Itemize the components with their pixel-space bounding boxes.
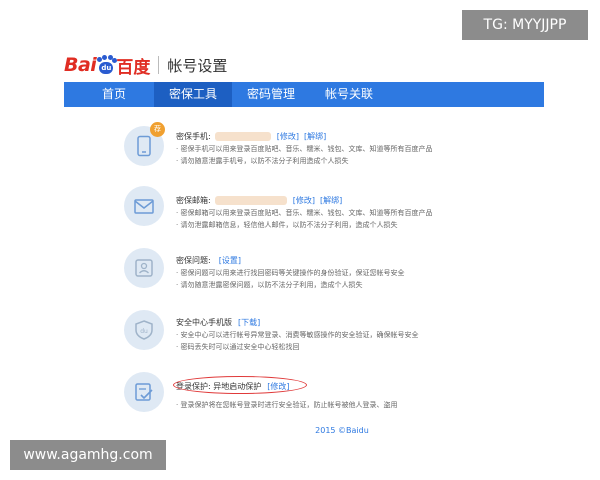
page-header: Bai du 百度 帐号设置: [64, 46, 544, 84]
header-divider: [158, 56, 160, 74]
watermark-top: TG: MYYJJPP: [462, 10, 588, 40]
mail-icon-circle: [124, 186, 164, 226]
question-title: 密保问题:: [176, 256, 211, 265]
phone-icon: [137, 135, 151, 157]
email-unbind-link[interactable]: [解绑]: [320, 194, 342, 207]
nav-item-security-tools[interactable]: 密保工具: [154, 82, 232, 107]
question-set-link[interactable]: [设置]: [219, 254, 241, 267]
login-check-icon-circle: [124, 372, 164, 412]
paw-icon: du: [97, 55, 118, 75]
email-title: 密保邮箱:: [176, 196, 211, 205]
copyright-text: 2015 ©Baidu: [315, 426, 369, 435]
app-desc-2: · 密码丢失时可以通过安全中心轻松找回: [176, 343, 300, 351]
login-protect-desc-1: · 登录保护将在您帐号登录时进行安全验证，防止帐号被他人登录、盗用: [176, 401, 398, 409]
baidu-logo[interactable]: Bai du 百度: [64, 50, 150, 80]
masked-email: [214, 196, 287, 205]
nav-item-password[interactable]: 密码管理: [232, 82, 310, 107]
id-card-icon-circle: [124, 248, 164, 288]
logo-latin-text: Bai: [64, 54, 97, 76]
nav-bar: 首页 密保工具 密码管理 帐号关联: [64, 82, 544, 107]
phone-desc-1: · 密保手机可以用来登录百度贴吧、音乐、糯米、钱包、文库、知道等所有百度产品: [176, 145, 433, 153]
page-footer: 2015 ©Baidu: [0, 426, 600, 435]
question-desc-2: · 请勿随意泄露密保问题，以防不法分子利用，造成个人损失: [176, 281, 363, 289]
page-title: 帐号设置: [167, 56, 228, 75]
logo-paw-text: du: [101, 64, 112, 72]
nav-item-home[interactable]: 首页: [74, 82, 154, 107]
phone-desc-2: · 请勿随意泄露手机号，以防不法分子利用造成个人损失: [176, 157, 349, 165]
masked-phone-number: [214, 132, 271, 141]
phone-title: 密保手机:: [176, 132, 211, 141]
phone-edit-link[interactable]: [修改]: [277, 130, 299, 143]
app-desc-1: · 安全中心可以进行帐号异常登录、消费等敏感操作的安全验证，确保帐号安全: [176, 331, 419, 339]
email-desc-1: · 密保邮箱可以用来登录百度贴吧、音乐、糯米、钱包、文库、知道等所有百度产品: [176, 209, 433, 217]
phone-unbind-link[interactable]: [解绑]: [304, 130, 326, 143]
recommend-badge: 荐: [150, 122, 165, 137]
id-card-icon: [135, 259, 153, 277]
watermark-bottom: www.agamhg.com: [10, 440, 166, 470]
email-desc-2: · 请勿泄露邮箱信息，轻信他人邮件，以防不法分子利用，造成个人损失: [176, 221, 398, 229]
nav-item-account-link[interactable]: 帐号关联: [310, 82, 388, 107]
shield-du-icon: du: [135, 320, 153, 340]
svg-text:du: du: [140, 328, 148, 335]
logo-cn-text: 百度: [116, 57, 151, 78]
login-check-icon: [135, 383, 153, 401]
mail-icon: [134, 199, 154, 214]
question-desc-1: · 密保问题可以用来进行找回密码等关键操作的身份验证，保证您帐号安全: [176, 269, 405, 277]
app-title: 安全中心手机版: [176, 318, 232, 327]
app-download-link[interactable]: [下载]: [238, 316, 260, 329]
shield-icon-circle: du: [124, 310, 164, 350]
highlight-ellipse: [173, 376, 307, 394]
email-edit-link[interactable]: [修改]: [293, 194, 315, 207]
